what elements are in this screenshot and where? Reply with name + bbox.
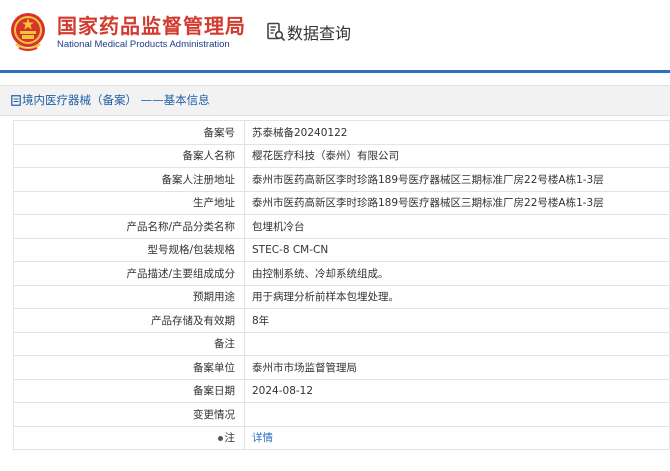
data-query-label[interactable]: 数据查询	[287, 20, 351, 44]
table-row: 备注	[13, 331, 670, 356]
label-product-name: 产品名称/产品分类名称	[13, 214, 245, 239]
label-registrant-name: 备案人名称	[13, 143, 245, 168]
agency-title: 国家药品监督管理局	[57, 14, 246, 38]
note-label-text: 注	[224, 432, 236, 445]
table-row: 注 详情	[13, 425, 670, 450]
value-remarks	[244, 331, 670, 356]
table-row: 备案号 苏泰械备20240122	[13, 120, 670, 145]
label-remarks: 备注	[13, 331, 245, 356]
site-header: 国家药品监督管理局 National Medical Products Admi…	[0, 0, 670, 70]
table-row: 生产地址 泰州市医药高新区李时珍路189号医疗器械区三期标准厂房22号楼A栋1-3…	[13, 190, 670, 215]
table-row: 产品存储及有效期 8年	[13, 308, 670, 333]
record-table: 备案号 苏泰械备20240122 备案人名称 樱花医疗科技（泰州）有限公司 备案人注…	[13, 120, 670, 450]
value-registrant-address: 泰州市医药高新区李时珍路189号医疗器械区三期标准厂房22号楼A栋1-3层	[244, 167, 670, 192]
breadcrumb[interactable]: 境内医疗器械（备案） ——基本信息	[22, 92, 210, 108]
details-link[interactable]: 详情	[252, 432, 273, 444]
value-filing-date: 2024-08-12	[244, 378, 670, 403]
table-row: 型号规格/包装规格 STEC-8 CM-CN	[13, 237, 670, 262]
value-product-name: 包埋机冷台	[244, 214, 670, 239]
document-icon	[11, 95, 21, 106]
agency-subtitle: National Medical Products Administration	[57, 39, 230, 50]
value-change-status	[244, 402, 670, 427]
value-storage-validity: 8年	[244, 308, 670, 333]
label-note: 注	[13, 425, 245, 450]
label-change-status: 变更情况	[13, 402, 245, 427]
label-product-description: 产品描述/主要组成成分	[13, 261, 245, 286]
table-row: 备案人注册地址 泰州市医药高新区李时珍路189号医疗器械区三期标准厂房22号楼A栋…	[13, 167, 670, 192]
value-product-description: 由控制系统、冷却系统组成。	[244, 261, 670, 286]
table-row: 备案单位 泰州市市场监督管理局	[13, 355, 670, 380]
table-row: 备案人名称 樱花医疗科技（泰州）有限公司	[13, 143, 670, 168]
table-row: 预期用途 用于病理分析前样本包埋处理。	[13, 284, 670, 309]
label-registrant-address: 备案人注册地址	[13, 167, 245, 192]
table-row: 产品名称/产品分类名称 包埋机冷台	[13, 214, 670, 239]
label-model-spec: 型号规格/包装规格	[13, 237, 245, 262]
table-row: 备案日期 2024-08-12	[13, 378, 670, 403]
header-divider	[0, 70, 670, 73]
national-emblem-icon	[11, 13, 45, 51]
value-record-number: 苏泰械备20240122	[244, 120, 670, 145]
value-note: 详情	[244, 425, 670, 450]
label-storage-validity: 产品存储及有效期	[13, 308, 245, 333]
label-filing-unit: 备案单位	[13, 355, 245, 380]
table-row: 变更情况	[13, 402, 670, 427]
value-registrant-name: 樱花医疗科技（泰州）有限公司	[244, 143, 670, 168]
data-query-icon[interactable]	[266, 22, 286, 42]
value-model-spec: STEC-8 CM-CN	[244, 237, 670, 262]
value-production-address: 泰州市医药高新区李时珍路189号医疗器械区三期标准厂房22号楼A栋1-3层	[244, 190, 670, 215]
label-record-number: 备案号	[13, 120, 245, 145]
label-production-address: 生产地址	[13, 190, 245, 215]
value-filing-unit: 泰州市市场监督管理局	[244, 355, 670, 380]
bullet-icon	[217, 435, 223, 441]
label-filing-date: 备案日期	[13, 378, 245, 403]
breadcrumb-bar: 境内医疗器械（备案） ——基本信息	[0, 85, 670, 116]
value-intended-use: 用于病理分析前样本包埋处理。	[244, 284, 670, 309]
table-row: 产品描述/主要组成成分 由控制系统、冷却系统组成。	[13, 261, 670, 286]
label-intended-use: 预期用途	[13, 284, 245, 309]
